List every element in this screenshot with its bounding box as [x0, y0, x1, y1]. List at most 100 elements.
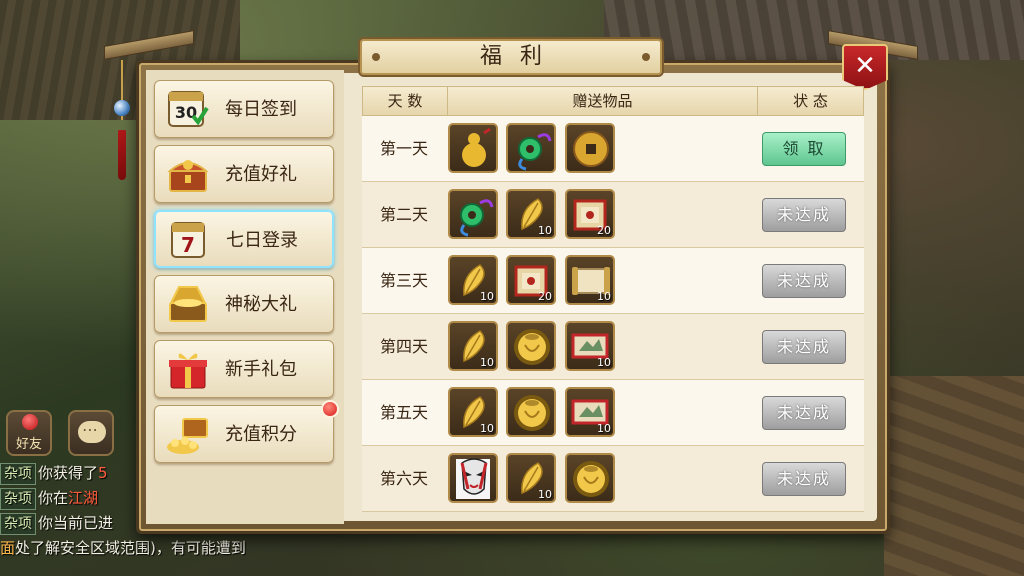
menu-item-mystery-gift[interactable]: 神秘大礼: [154, 275, 334, 333]
menu-label: 神秘大礼: [225, 294, 297, 315]
item-count: 10: [597, 290, 611, 303]
menu-label: 新手礼包: [225, 359, 297, 380]
menu-label: 充值积分: [225, 424, 297, 445]
menu-item-newbie-pack[interactable]: 新手礼包: [154, 340, 334, 398]
day-label: 第二天: [379, 205, 428, 224]
item-count: 10: [538, 488, 552, 501]
not-reached-button[interactable]: 未达成: [762, 264, 846, 298]
reward-item-slot[interactable]: 10: [565, 321, 615, 371]
item-count: 20: [538, 290, 552, 303]
gift-box-icon: [169, 353, 207, 389]
calendar-30-icon: 30: [168, 91, 209, 127]
table-row: 第四天 10 10 未达成: [362, 314, 864, 380]
item-count: 20: [597, 224, 611, 237]
dialog-title: 福利: [479, 44, 560, 69]
copper-coin-icon: [573, 131, 609, 167]
menu-label: 七日登录: [226, 230, 298, 251]
table-row: 第一天 领 取: [362, 116, 864, 182]
gold-jar-icon: [514, 395, 550, 431]
table-row: 第五天 10 10 未达成: [362, 380, 864, 446]
item-count: 10: [597, 422, 611, 435]
menu-item-recharge-points[interactable]: 充值积分: [154, 400, 339, 463]
calendar-7-text: 7: [181, 233, 195, 257]
item-count: 10: [480, 356, 494, 369]
chat-prefix: 面: [0, 539, 16, 557]
not-reached-button[interactable]: 未达成: [762, 462, 846, 496]
gold-pile-icon: [167, 418, 208, 454]
friends-button[interactable]: 好友: [6, 410, 52, 456]
menu-label: 每日签到: [225, 99, 297, 120]
reward-item-slot[interactable]: 10: [448, 321, 498, 371]
day-label: 第五天: [379, 403, 428, 422]
table-header: 天 数 赠送物品 状 态: [362, 86, 864, 116]
day-label: 第六天: [379, 469, 428, 488]
friends-icon: [22, 414, 38, 430]
day-label: 第三天: [379, 271, 428, 290]
reward-item-slot[interactable]: [448, 453, 498, 503]
chat-text: 你在: [38, 489, 69, 507]
reward-item-slot[interactable]: [565, 123, 615, 173]
header-items: 赠送物品: [447, 87, 757, 115]
table-row: 第二天 10 20 未达成: [362, 182, 864, 248]
hanging-charm-icon: [112, 60, 132, 180]
reward-item-slot[interactable]: 10: [448, 387, 498, 437]
chat-text: 你当前已进: [38, 514, 114, 532]
day-label: 第一天: [379, 139, 428, 158]
friends-label: 好友: [15, 437, 42, 452]
reward-item-slot[interactable]: 20: [506, 255, 556, 305]
wooden-deck-right: [884, 376, 1024, 576]
reward-item-slot[interactable]: 10: [565, 387, 615, 437]
close-icon: ✕: [854, 51, 876, 81]
chat-highlight: 江湖: [68, 489, 99, 507]
jade-pendant-icon: [460, 199, 494, 237]
chat-bubble-icon: [78, 420, 106, 443]
not-reached-button[interactable]: 未达成: [762, 198, 846, 232]
day-label: 第四天: [379, 337, 428, 356]
building-roof-right: [604, 0, 1024, 60]
dialog-title-plaque: 福利: [358, 37, 664, 77]
reward-item-slot[interactable]: [448, 189, 498, 239]
gold-jar-icon: [514, 329, 550, 365]
reward-item-slot[interactable]: [506, 123, 556, 173]
chat-tag: 杂项: [0, 463, 36, 485]
gold-jar-icon: [573, 461, 609, 497]
menu-item-daily-signin[interactable]: 30 每日签到: [154, 80, 334, 138]
item-count: 10: [538, 224, 552, 237]
reward-item-slot[interactable]: [448, 123, 498, 173]
jade-pendant-icon: [518, 133, 552, 171]
not-reached-button[interactable]: 未达成: [762, 396, 846, 430]
chat-highlight: 5: [98, 464, 108, 482]
reward-item-slot[interactable]: 20: [565, 189, 615, 239]
chat-line: 面处了解安全区域范围)，有可能遭到: [0, 536, 420, 561]
menu-item-seven-day-login[interactable]: 7 七日登录: [154, 210, 334, 268]
item-count: 10: [480, 422, 494, 435]
reward-item-slot[interactable]: 10: [565, 255, 615, 305]
calendar-7-icon: 7: [171, 222, 205, 258]
reward-item-slot[interactable]: 10: [506, 189, 556, 239]
chat-button[interactable]: [68, 410, 114, 456]
item-count: 10: [480, 290, 494, 303]
chat-tag: 杂项: [0, 513, 36, 535]
table-body: 第一天领 取第二天 10 20 未达成 第三天 10 20 10 未达成 第四天 10 10 未达成 第五…: [362, 116, 864, 512]
menu-label: 充值好礼: [225, 164, 297, 185]
not-reached-button[interactable]: 未达成: [762, 330, 846, 364]
opera-mask-icon: [456, 458, 490, 499]
gold-chest-icon: [169, 286, 207, 322]
header-day: 天 数: [387, 92, 423, 110]
reward-item-slot[interactable]: [506, 387, 556, 437]
notification-dot: [321, 400, 339, 418]
reward-item-slot[interactable]: 10: [448, 255, 498, 305]
reward-item-slot[interactable]: [506, 321, 556, 371]
gourd-pendant-icon: [462, 127, 491, 167]
reward-table: 天 数 赠送物品 状 态 第一天领 取第二天 10 20 未达成 第三天 10 20 10 未达…: [362, 86, 864, 512]
reward-item-slot[interactable]: [565, 453, 615, 503]
treasure-chest-icon: [167, 160, 209, 192]
reward-item-slot[interactable]: 10: [506, 453, 556, 503]
menu-item-recharge-gift[interactable]: 充值好礼: [154, 145, 334, 203]
table-row: 第三天 10 20 10 未达成: [362, 248, 864, 314]
table-row: 第六天 10 未达成: [362, 446, 864, 512]
claim-button[interactable]: 领 取: [762, 132, 846, 166]
item-count: 10: [597, 356, 611, 369]
chat-tag: 杂项: [0, 488, 36, 510]
chat-text: 处了解安全区域范围)，有可能遭到: [15, 539, 246, 557]
